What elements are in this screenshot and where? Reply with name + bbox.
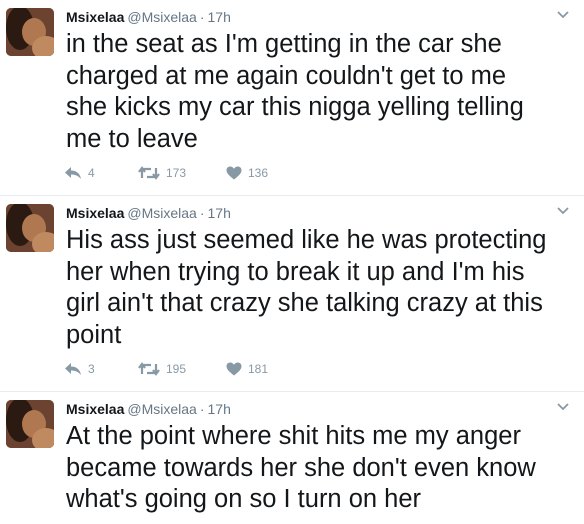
timestamp[interactable]: 17h bbox=[208, 9, 231, 25]
tweet[interactable]: Msixelaa @Msixelaa · 17h His ass just seeme… bbox=[0, 196, 584, 392]
retweet-button[interactable]: 195 bbox=[138, 362, 226, 376]
like-button[interactable]: 136 bbox=[226, 166, 286, 180]
retweet-icon bbox=[138, 362, 160, 376]
timestamp[interactable]: 17h bbox=[208, 205, 231, 221]
tweet-text-line: charged at me again couldn't get to me bbox=[66, 61, 507, 90]
like-count: 181 bbox=[248, 362, 269, 376]
tweet-text-line: in the seat as I'm getting in the car sh… bbox=[66, 30, 502, 58]
tweet-header: Msixelaa @Msixelaa · 17h bbox=[66, 204, 572, 222]
tweet-header: Msixelaa @Msixelaa · 17h bbox=[66, 400, 572, 418]
user-handle[interactable]: @Msixelaa bbox=[127, 9, 196, 25]
tweet-text: in the seat as I'm getting in the car sh… bbox=[66, 29, 576, 155]
tweet-text-line: girl ain't that crazy she talking crazy … bbox=[66, 289, 543, 317]
reply-icon bbox=[65, 167, 81, 179]
user-handle[interactable]: @Msixelaa bbox=[127, 401, 196, 417]
display-name[interactable]: Msixelaa bbox=[66, 401, 124, 417]
tweet-text-line: At the point where shit hits me my anger bbox=[66, 422, 521, 450]
tweet-text: His ass just seemed like he was protecti… bbox=[66, 225, 576, 351]
retweet-count: 195 bbox=[166, 362, 187, 376]
reply-count: 3 bbox=[88, 362, 95, 376]
display-name[interactable]: Msixelaa bbox=[66, 205, 124, 221]
chevron-down-icon[interactable] bbox=[556, 10, 570, 20]
tweet[interactable]: Msixelaa @Msixelaa · 17h At the point where… bbox=[0, 392, 584, 524]
user-handle[interactable]: @Msixelaa bbox=[127, 205, 196, 221]
separator-dot: · bbox=[199, 9, 205, 25]
display-name[interactable]: Msixelaa bbox=[66, 9, 124, 25]
tweet-text-line: became towards her she don't even know bbox=[66, 453, 536, 482]
retweet-button[interactable]: 173 bbox=[138, 166, 226, 180]
reply-button[interactable]: 3 bbox=[64, 362, 138, 376]
tweet-text-line: her when trying to break it up and I'm h… bbox=[66, 257, 525, 286]
separator-dot: · bbox=[199, 401, 205, 417]
heart-icon bbox=[226, 166, 242, 180]
tweet-text-line: me to leave bbox=[66, 124, 198, 153]
like-button[interactable]: 181 bbox=[226, 362, 286, 376]
retweet-icon bbox=[138, 166, 160, 180]
retweet-count: 173 bbox=[166, 166, 187, 180]
separator-dot: · bbox=[199, 205, 205, 221]
tweet-actions: 4 173 136 bbox=[64, 164, 286, 182]
reply-count: 4 bbox=[88, 166, 95, 180]
avatar[interactable] bbox=[6, 8, 54, 56]
timestamp[interactable]: 17h bbox=[208, 401, 231, 417]
chevron-down-icon[interactable] bbox=[556, 402, 570, 412]
tweet-text-line: point bbox=[66, 320, 122, 349]
chevron-down-icon[interactable] bbox=[556, 206, 570, 216]
reply-icon bbox=[65, 363, 81, 375]
tweet-header: Msixelaa @Msixelaa · 17h bbox=[66, 8, 572, 26]
tweet-actions: 3 195 181 bbox=[64, 360, 286, 378]
like-count: 136 bbox=[248, 166, 269, 180]
tweet[interactable]: Msixelaa @Msixelaa · 17h in the seat as I'm… bbox=[0, 0, 584, 196]
tweet-text: At the point where shit hits me my anger… bbox=[66, 421, 576, 516]
reply-button[interactable]: 4 bbox=[64, 166, 138, 180]
tweet-text-line: she kicks my car this nigga yelling tell… bbox=[66, 93, 524, 121]
avatar[interactable] bbox=[6, 400, 54, 448]
heart-icon bbox=[226, 362, 242, 376]
tweet-text-line: His ass just seemed like he was protecti… bbox=[66, 226, 547, 254]
tweet-text-line: what's going on so I turn on her bbox=[66, 485, 422, 513]
avatar[interactable] bbox=[6, 204, 54, 252]
